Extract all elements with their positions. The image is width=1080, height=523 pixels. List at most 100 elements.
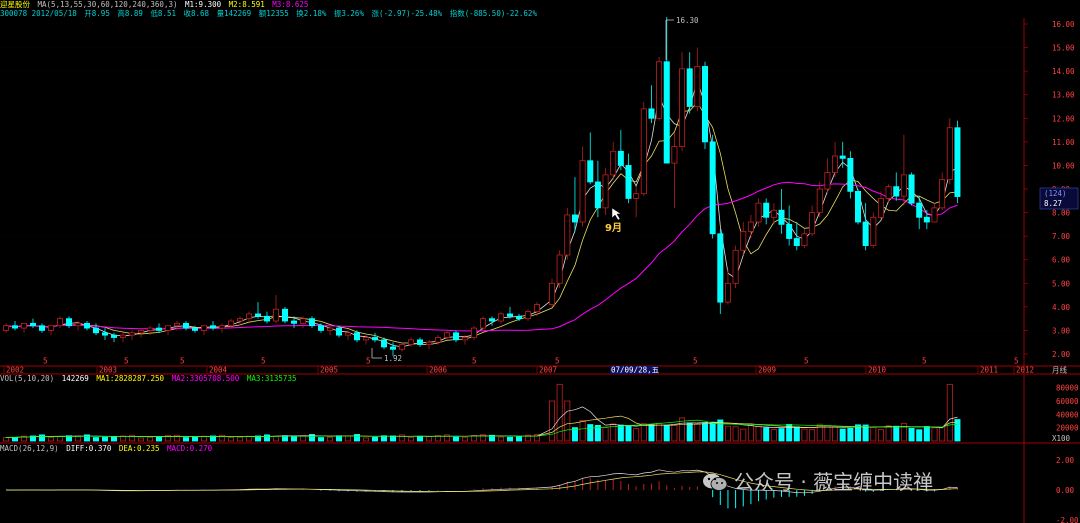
candle-body[interactable] xyxy=(120,334,127,338)
volume-bar[interactable] xyxy=(48,437,55,442)
candle-body[interactable] xyxy=(617,150,624,166)
candle-body[interactable] xyxy=(362,337,369,341)
volume-bar[interactable] xyxy=(93,437,100,442)
volume-bar[interactable] xyxy=(656,422,663,442)
volume-bar[interactable] xyxy=(832,426,839,442)
candle-body[interactable] xyxy=(587,160,594,183)
candle-body[interactable] xyxy=(48,325,55,331)
candle-body[interactable] xyxy=(954,127,961,197)
volume-bar[interactable] xyxy=(747,424,754,442)
candle-body[interactable] xyxy=(702,66,709,143)
candle-body[interactable] xyxy=(209,325,216,329)
candle-body[interactable] xyxy=(916,202,923,218)
volume-bar[interactable] xyxy=(497,436,504,442)
candle-body[interactable] xyxy=(497,313,504,322)
candle-body[interactable] xyxy=(353,332,360,341)
candle-body[interactable] xyxy=(747,221,754,232)
volume-bar[interactable] xyxy=(847,427,854,442)
candle-body[interactable] xyxy=(236,318,243,322)
volume-bar[interactable] xyxy=(801,428,808,442)
candle-body[interactable] xyxy=(656,61,663,119)
candle-body[interactable] xyxy=(290,320,297,324)
volume-bar[interactable] xyxy=(416,436,423,442)
volume-bar[interactable] xyxy=(191,436,198,442)
candle-body[interactable] xyxy=(900,174,907,197)
candle-body[interactable] xyxy=(847,157,854,192)
volume-bar[interactable] xyxy=(146,436,153,442)
candle-body[interactable] xyxy=(870,216,877,246)
candle-body[interactable] xyxy=(663,61,670,164)
volume-bar[interactable] xyxy=(371,436,378,442)
candle-body[interactable] xyxy=(625,165,632,199)
candle-body[interactable] xyxy=(227,320,234,327)
volume-bar[interactable] xyxy=(263,434,270,442)
candle-body[interactable] xyxy=(164,325,171,331)
candle-body[interactable] xyxy=(610,150,617,176)
volume-bar[interactable] xyxy=(549,400,556,442)
candle-body[interactable] xyxy=(816,188,823,213)
candle-body[interactable] xyxy=(893,186,900,197)
candle-body[interactable] xyxy=(128,332,135,336)
volume-bar[interactable] xyxy=(236,436,243,442)
candle-body[interactable] xyxy=(824,172,831,190)
candle-body[interactable] xyxy=(245,313,252,320)
candle-body[interactable] xyxy=(946,127,953,180)
candle-body[interactable] xyxy=(525,311,532,320)
candle-body[interactable] xyxy=(389,346,396,350)
volume-bar[interactable] xyxy=(272,435,279,442)
candle-body[interactable] xyxy=(191,327,198,331)
volume-bar[interactable] xyxy=(625,425,632,442)
candle-body[interactable] xyxy=(939,179,946,209)
candle-body[interactable] xyxy=(182,322,189,329)
candle-body[interactable] xyxy=(416,339,423,345)
volume-bar[interactable] xyxy=(227,437,234,442)
candle-body[interactable] xyxy=(793,238,800,246)
volume-bar[interactable] xyxy=(57,436,64,442)
candle-body[interactable] xyxy=(579,160,586,223)
candle-body[interactable] xyxy=(272,308,279,322)
candle-body[interactable] xyxy=(326,327,333,331)
candle-body[interactable] xyxy=(461,337,468,341)
candle-body[interactable] xyxy=(29,322,36,327)
candle-body[interactable] xyxy=(770,209,777,218)
candle-body[interactable] xyxy=(855,190,862,223)
candle-body[interactable] xyxy=(488,318,495,322)
volume-bar[interactable] xyxy=(755,425,762,442)
volume-bar[interactable] xyxy=(686,422,693,442)
volume-bar[interactable] xyxy=(778,428,785,442)
volume-bar[interactable] xyxy=(870,427,877,442)
candle-body[interactable] xyxy=(571,214,578,223)
candle-body[interactable] xyxy=(407,339,414,345)
volume-bar[interactable] xyxy=(900,422,907,442)
candle-body[interactable] xyxy=(724,282,731,303)
volume-bar[interactable] xyxy=(839,428,846,442)
volume-bar[interactable] xyxy=(200,435,207,442)
volume-bar[interactable] xyxy=(809,428,816,442)
volume-bar[interactable] xyxy=(724,425,731,442)
volume-bar[interactable] xyxy=(954,419,961,442)
candle-body[interactable] xyxy=(839,155,846,159)
candle-body[interactable] xyxy=(380,339,387,348)
candle-body[interactable] xyxy=(3,325,9,331)
candle-body[interactable] xyxy=(694,66,701,107)
volume-bars[interactable] xyxy=(3,383,961,442)
candle-body[interactable] xyxy=(344,332,351,336)
volume-bar[interactable] xyxy=(353,434,360,442)
candle-body[interactable] xyxy=(923,216,930,223)
candle-body[interactable] xyxy=(671,146,678,164)
candle-body[interactable] xyxy=(20,322,27,329)
candle-body[interactable] xyxy=(717,233,724,303)
candle-body[interactable] xyxy=(443,332,450,338)
volume-bar[interactable] xyxy=(908,427,915,442)
volume-bar[interactable] xyxy=(407,437,414,442)
volume-bar[interactable] xyxy=(452,436,459,442)
volume-bar[interactable] xyxy=(425,436,432,442)
candle-body[interactable] xyxy=(263,315,270,322)
candle-body[interactable] xyxy=(801,233,808,246)
candle-body[interactable] xyxy=(740,231,747,251)
volume-bar[interactable] xyxy=(326,436,333,442)
candle-body[interactable] xyxy=(371,337,378,341)
candlesticks[interactable] xyxy=(3,16,961,356)
candle-body[interactable] xyxy=(885,186,892,199)
candle-body[interactable] xyxy=(786,223,793,239)
